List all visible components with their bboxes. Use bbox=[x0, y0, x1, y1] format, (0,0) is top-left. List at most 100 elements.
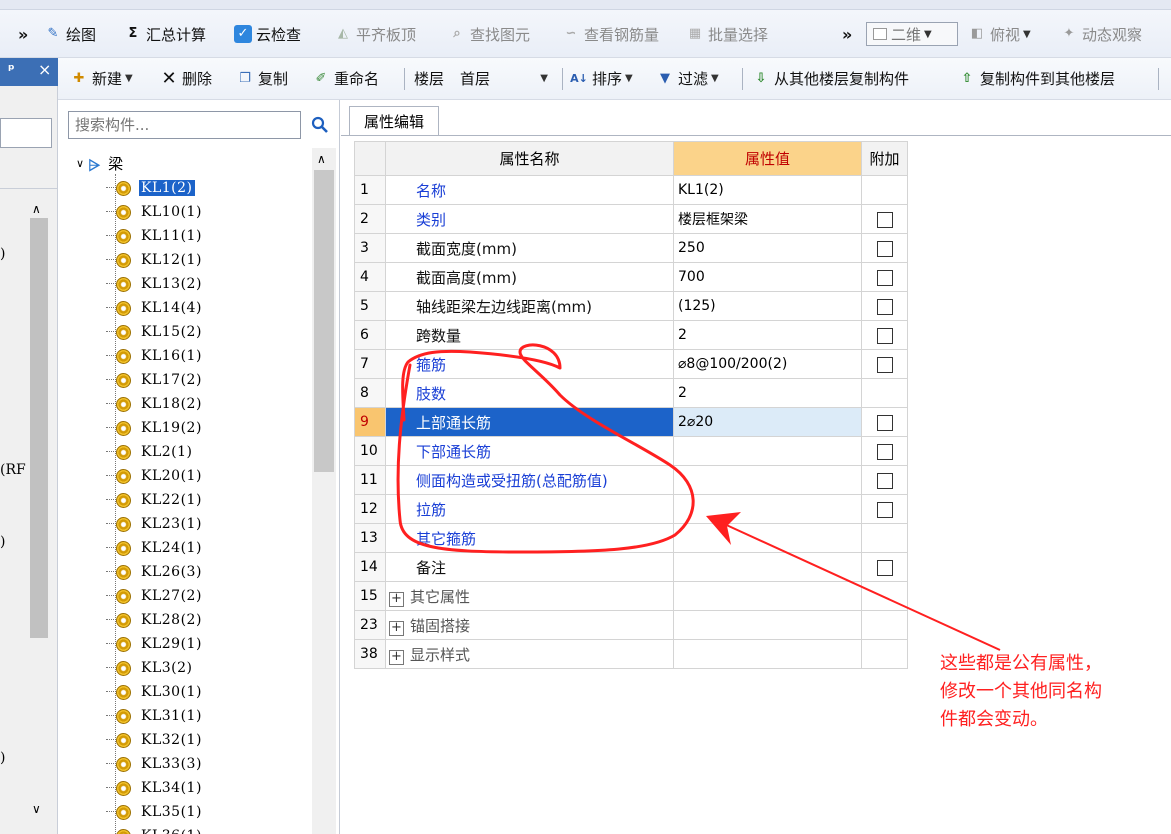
property-value-cell[interactable] bbox=[673, 494, 862, 524]
extra-checkbox[interactable] bbox=[876, 501, 893, 518]
extra-checkbox[interactable] bbox=[876, 327, 893, 344]
draw-button[interactable]: ✎ 绘图 bbox=[44, 10, 96, 58]
property-value-cell[interactable] bbox=[673, 436, 862, 466]
tree-item[interactable]: KL14(4) bbox=[106, 296, 204, 320]
chevron-down-icon[interactable]: ∨ bbox=[76, 157, 84, 170]
property-row[interactable]: 15 + 其它属性 bbox=[354, 581, 908, 611]
align-slab-top-button[interactable]: ◭ 平齐板顶 bbox=[334, 10, 416, 58]
property-name-cell[interactable]: 拉筋 bbox=[385, 494, 674, 524]
property-value-cell[interactable] bbox=[673, 465, 862, 495]
property-value-cell[interactable]: KL1(2) bbox=[673, 175, 862, 205]
property-row[interactable]: 38 + 显示样式 bbox=[354, 639, 908, 669]
extra-checkbox[interactable] bbox=[876, 356, 893, 373]
tree-item[interactable]: KL30(1) bbox=[106, 680, 204, 704]
cloud-check-button[interactable]: ✓ 云检查 bbox=[234, 10, 301, 58]
property-name-cell[interactable]: + 显示样式 bbox=[385, 639, 674, 669]
tree-item[interactable]: KL31(1) bbox=[106, 704, 204, 728]
tree-item[interactable]: KL24(1) bbox=[106, 536, 204, 560]
tree-item[interactable]: KL34(1) bbox=[106, 776, 204, 800]
property-value-cell[interactable]: (125) bbox=[673, 291, 862, 321]
tab-property-edit[interactable]: 属性编辑 bbox=[349, 106, 439, 136]
toolbar-overflow-chevron[interactable]: » bbox=[18, 10, 28, 58]
extra-checkbox[interactable] bbox=[876, 240, 893, 257]
tree-item[interactable]: KL3(2) bbox=[106, 656, 195, 680]
dynamic-view-button[interactable]: ✦ 动态观察 bbox=[1060, 10, 1142, 58]
new-button[interactable]: ✚ 新建 ▼ bbox=[70, 58, 133, 99]
property-value-cell[interactable]: 2⌀20 bbox=[673, 407, 862, 437]
tree-item[interactable]: KL2(1) bbox=[106, 440, 195, 464]
extra-checkbox[interactable] bbox=[876, 559, 893, 576]
scroll-up-icon[interactable]: ∧ bbox=[317, 152, 326, 166]
property-name-cell[interactable]: 备注 bbox=[385, 552, 674, 582]
property-name-cell[interactable]: 类别 bbox=[385, 204, 674, 234]
component-search-input[interactable] bbox=[68, 111, 301, 139]
scroll-down-icon[interactable]: ∨ bbox=[32, 802, 41, 816]
sort-button[interactable]: A↓ 排序 ▼ bbox=[570, 58, 633, 99]
property-name-cell[interactable]: 跨数量 bbox=[385, 320, 674, 350]
rename-button[interactable]: ✐ 重命名 bbox=[312, 58, 379, 99]
batch-select-button[interactable]: ▦ 批量选择 bbox=[686, 10, 768, 58]
scroll-up-icon[interactable]: ∧ bbox=[32, 202, 41, 216]
property-name-cell[interactable]: 肢数 bbox=[385, 378, 674, 408]
tree-item[interactable]: KL11(1) bbox=[106, 224, 204, 248]
search-button[interactable] bbox=[305, 111, 335, 139]
tree-item[interactable]: KL27(2) bbox=[106, 584, 204, 608]
property-name-cell[interactable]: 名称 bbox=[385, 175, 674, 205]
tree-item[interactable]: KL10(1) bbox=[106, 200, 204, 224]
copy-to-other-floor-button[interactable]: ⇧ 复制构件到其他楼层 bbox=[958, 58, 1115, 99]
tree-item[interactable]: KL13(2) bbox=[106, 272, 204, 296]
property-row[interactable]: 13 其它箍筋 bbox=[354, 523, 908, 553]
property-row[interactable]: 10 下部通长筋 bbox=[354, 436, 908, 466]
tree-item[interactable]: KL12(1) bbox=[106, 248, 204, 272]
property-row[interactable]: 3 截面宽度(mm) 250 bbox=[354, 233, 908, 263]
pin-icon[interactable]: ᵖ bbox=[8, 62, 15, 78]
extra-checkbox[interactable] bbox=[876, 211, 893, 228]
tree-item[interactable]: KL33(3) bbox=[106, 752, 204, 776]
tree-item[interactable]: KL29(1) bbox=[106, 632, 204, 656]
property-name-cell[interactable]: 截面高度(mm) bbox=[385, 262, 674, 292]
property-value-cell[interactable]: 2 bbox=[673, 378, 862, 408]
copy-from-other-floor-button[interactable]: ⇩ 从其他楼层复制构件 bbox=[752, 58, 909, 99]
property-row[interactable]: 11 侧面构造或受扭筋(总配筋值) bbox=[354, 465, 908, 495]
property-name-cell[interactable]: 上部通长筋 bbox=[385, 407, 674, 437]
tree-item[interactable]: KL35(1) bbox=[106, 800, 204, 824]
property-name-cell[interactable]: 下部通长筋 bbox=[385, 436, 674, 466]
property-name-cell[interactable]: 截面宽度(mm) bbox=[385, 233, 674, 263]
tree-item[interactable]: KL15(2) bbox=[106, 320, 204, 344]
copy-button[interactable]: ❐ 复制 bbox=[236, 58, 288, 99]
property-name-cell[interactable]: 侧面构造或受扭筋(总配筋值) bbox=[385, 465, 674, 495]
left-panel-scroll-thumb[interactable] bbox=[30, 218, 48, 638]
filter-button[interactable]: ▼ 过滤 ▼ bbox=[656, 58, 719, 99]
extra-checkbox[interactable] bbox=[876, 472, 893, 489]
tree-item[interactable]: KL16(1) bbox=[106, 344, 204, 368]
property-name-cell[interactable]: 其它箍筋 bbox=[385, 523, 674, 553]
tree-item[interactable]: KL26(3) bbox=[106, 560, 204, 584]
property-row[interactable]: 1 名称 KL1(2) bbox=[354, 175, 908, 205]
property-row[interactable]: 4 截面高度(mm) 700 bbox=[354, 262, 908, 292]
tree-item[interactable]: KL17(2) bbox=[106, 368, 204, 392]
toolbar-overflow-chevron-2[interactable]: » bbox=[842, 10, 852, 58]
tree-item[interactable]: KL36(1) bbox=[116, 824, 204, 834]
close-icon[interactable]: × bbox=[38, 60, 51, 79]
extra-checkbox[interactable] bbox=[876, 298, 893, 315]
tree-scroll-thumb[interactable] bbox=[314, 170, 334, 472]
tree-item[interactable]: KL19(2) bbox=[106, 416, 204, 440]
property-value-cell[interactable]: 250 bbox=[673, 233, 862, 263]
property-value-cell[interactable] bbox=[673, 523, 862, 553]
property-value-cell[interactable]: 2 bbox=[673, 320, 862, 350]
extra-checkbox[interactable] bbox=[876, 269, 893, 286]
property-row[interactable]: 8 肢数 2 bbox=[354, 378, 908, 408]
tree-item[interactable]: KL1(2) bbox=[106, 176, 195, 200]
summary-calc-button[interactable]: Σ 汇总计算 bbox=[124, 10, 206, 58]
property-row[interactable]: 5 轴线距梁左边线距离(mm) (125) bbox=[354, 291, 908, 321]
property-row[interactable]: 2 类别 楼层框架梁 bbox=[354, 204, 908, 234]
view-rebar-button[interactable]: ∽ 查看钢筋量 bbox=[562, 10, 659, 58]
expand-icon[interactable]: + bbox=[389, 649, 404, 665]
property-value-cell[interactable]: 700 bbox=[673, 262, 862, 292]
tree-node-beam[interactable]: ∨ ⩥ 梁 bbox=[76, 152, 123, 175]
property-value-cell[interactable]: ⌀8@100/200(2) bbox=[673, 349, 862, 379]
property-name-cell[interactable]: + 其它属性 bbox=[385, 581, 674, 611]
tree-item[interactable]: KL22(1) bbox=[106, 488, 204, 512]
property-row[interactable]: 6 跨数量 2 bbox=[354, 320, 908, 350]
property-value-cell[interactable]: 楼层框架梁 bbox=[673, 204, 862, 234]
